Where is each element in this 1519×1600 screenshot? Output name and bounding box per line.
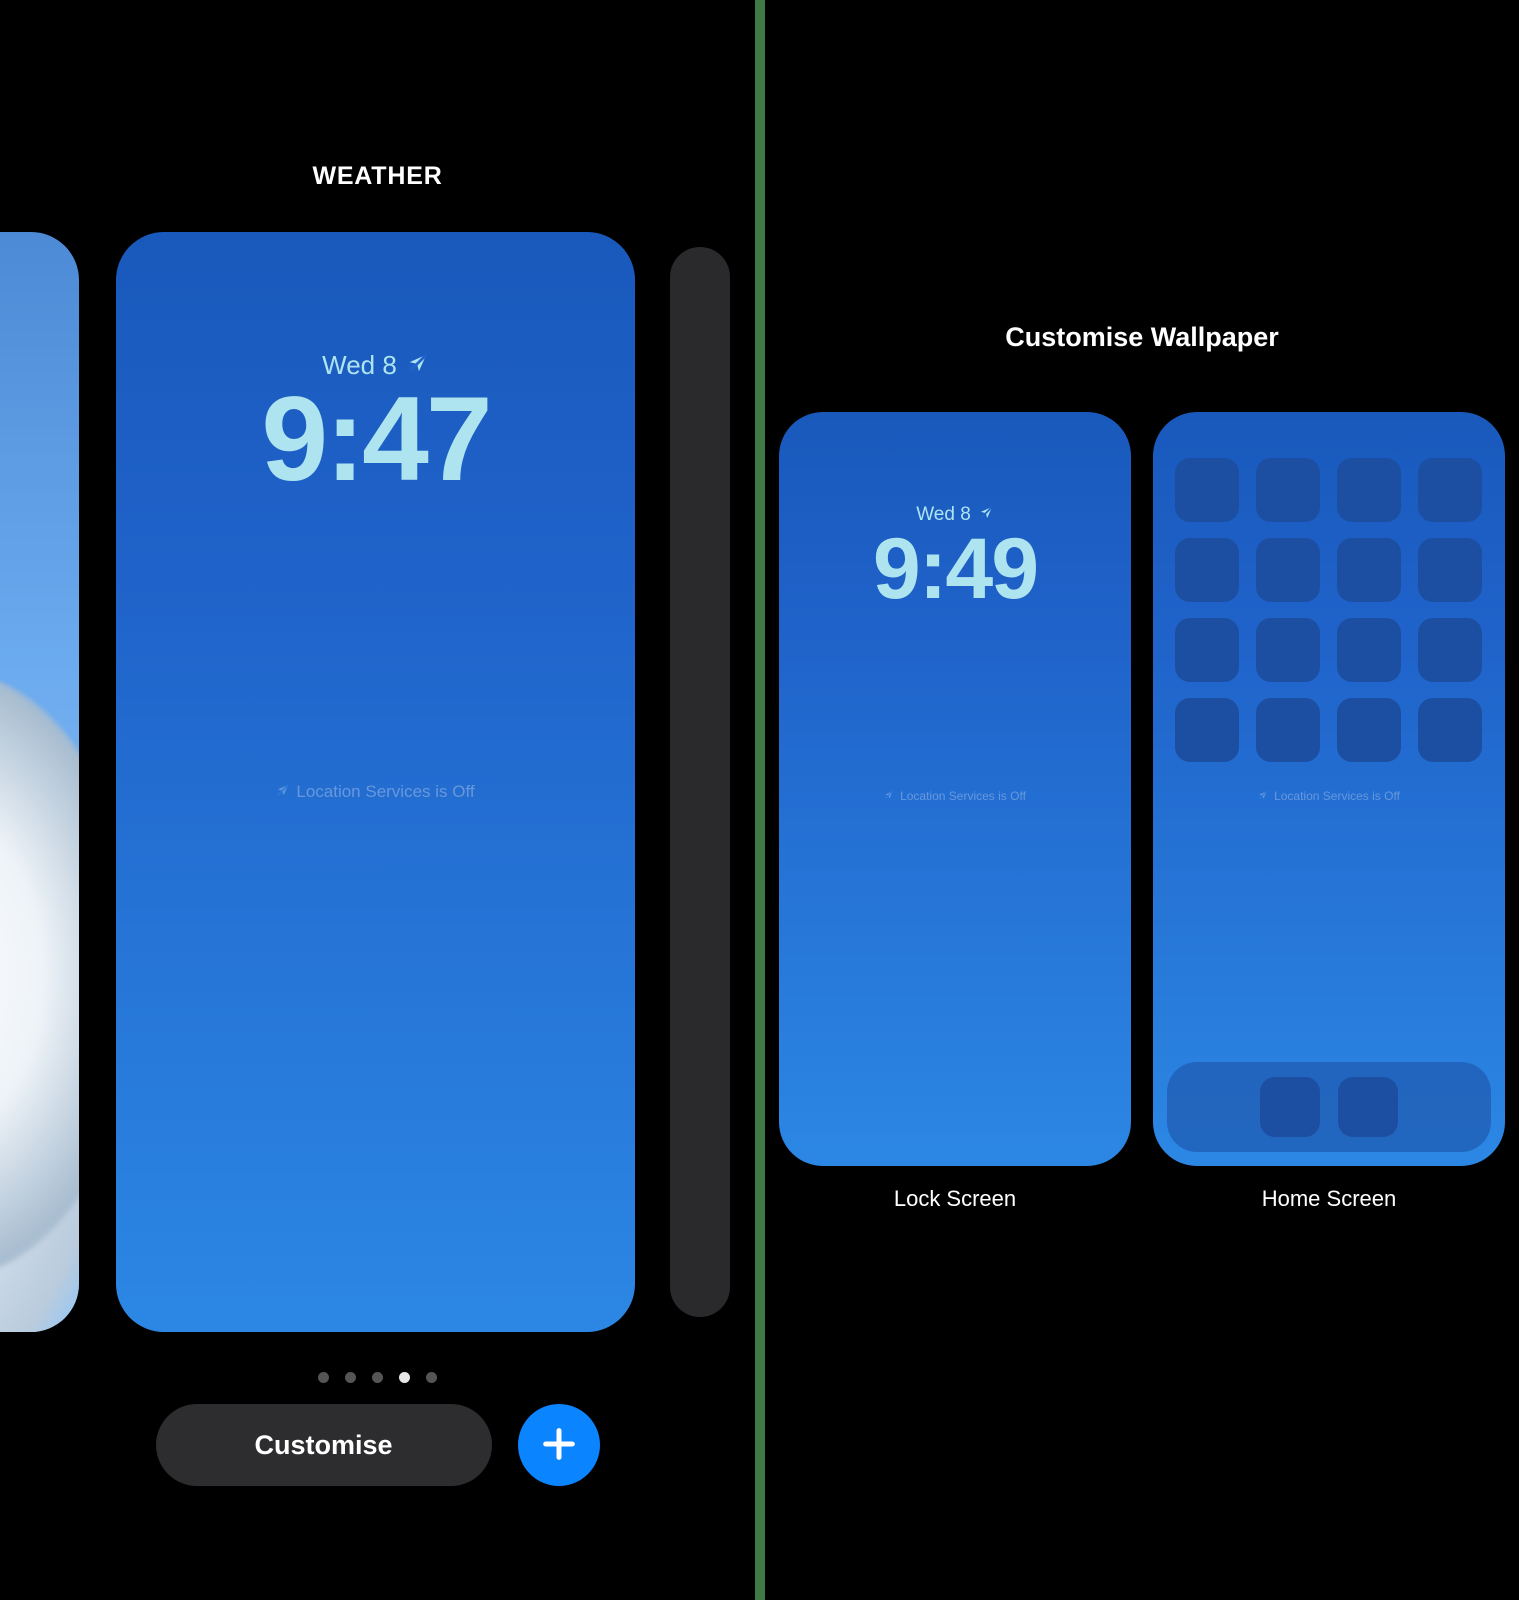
- wallpaper-carousel[interactable]: Wed 8 9:47 Location Services is Off: [0, 232, 755, 1332]
- app-icon-placeholder: [1337, 538, 1401, 602]
- app-icon-placeholder: [1175, 458, 1239, 522]
- page-dot[interactable]: [426, 1372, 437, 1383]
- cloud-graphic: [0, 672, 79, 1277]
- wallpaper-card-previous[interactable]: [0, 232, 79, 1332]
- home-screen-preview[interactable]: Location Services is Off Home Screen: [1153, 412, 1505, 1212]
- page-dot[interactable]: [372, 1372, 383, 1383]
- home-screen-label: Home Screen: [1153, 1186, 1505, 1212]
- pane-divider: [755, 0, 765, 1600]
- home-screen-preview-card[interactable]: Location Services is Off: [1153, 412, 1505, 1166]
- lockscreen-time: 9:49: [779, 526, 1131, 612]
- location-services-message: Location Services is Off: [779, 789, 1131, 803]
- customise-button[interactable]: Customise: [156, 1404, 492, 1486]
- lockscreen-time: 9:47: [116, 379, 635, 499]
- wallpaper-switcher-footer: Customise: [0, 1404, 755, 1486]
- location-services-text: Location Services is Off: [296, 782, 474, 802]
- lock-screen-label: Lock Screen: [779, 1186, 1131, 1212]
- app-icon-placeholder: [1418, 458, 1482, 522]
- lock-screen-preview-card[interactable]: Wed 8 9:49 Location Services is Off: [779, 412, 1131, 1166]
- app-icon-placeholder: [1418, 698, 1482, 762]
- app-icon-placeholder: [1256, 698, 1320, 762]
- app-icon-placeholder: [1175, 698, 1239, 762]
- app-icon-placeholder: [1337, 458, 1401, 522]
- wallpaper-card-next[interactable]: [670, 247, 730, 1317]
- app-icon-placeholder: [1337, 618, 1401, 682]
- location-off-icon: [276, 782, 290, 802]
- home-dock: [1167, 1062, 1491, 1152]
- app-icon-placeholder: [1256, 538, 1320, 602]
- page-indicator[interactable]: [0, 1372, 755, 1383]
- home-app-grid: [1175, 458, 1483, 762]
- app-icon-placeholder: [1175, 618, 1239, 682]
- location-off-icon: [884, 789, 894, 803]
- location-services-message: Location Services is Off: [116, 782, 635, 802]
- screenshot-canvas: WEATHER Wed 8 9:47 Loca: [0, 0, 1519, 1600]
- lock-home-preview-row: Wed 8 9:49 Location Services is Off Lock…: [765, 412, 1519, 1212]
- app-icon-placeholder: [1337, 698, 1401, 762]
- app-icon-placeholder: [1175, 538, 1239, 602]
- location-off-icon: [1258, 789, 1268, 803]
- app-icon-placeholder: [1256, 618, 1320, 682]
- location-services-message: Location Services is Off: [1153, 789, 1505, 803]
- dock-app-icon-placeholder: [1260, 1077, 1320, 1137]
- wallpaper-card-current[interactable]: Wed 8 9:47 Location Services is Off: [116, 232, 635, 1332]
- app-icon-placeholder: [1418, 538, 1482, 602]
- location-services-text: Location Services is Off: [900, 789, 1026, 803]
- page-dot[interactable]: [318, 1372, 329, 1383]
- lock-screen-preview[interactable]: Wed 8 9:49 Location Services is Off Lock…: [779, 412, 1131, 1212]
- wallpaper-category-title: WEATHER: [0, 162, 755, 191]
- app-icon-placeholder: [1256, 458, 1320, 522]
- add-wallpaper-button[interactable]: [518, 1404, 600, 1486]
- customise-wallpaper-pane: Customise Wallpaper Wed 8 9:49: [765, 0, 1519, 1600]
- page-dot[interactable]: [399, 1372, 410, 1383]
- plus-icon: [539, 1424, 579, 1467]
- dock-app-icon-placeholder: [1338, 1077, 1398, 1137]
- location-services-text: Location Services is Off: [1274, 789, 1400, 803]
- customise-wallpaper-title: Customise Wallpaper: [765, 322, 1519, 353]
- app-icon-placeholder: [1418, 618, 1482, 682]
- wallpaper-switcher-pane: WEATHER Wed 8 9:47 Loca: [0, 0, 755, 1600]
- page-dot[interactable]: [345, 1372, 356, 1383]
